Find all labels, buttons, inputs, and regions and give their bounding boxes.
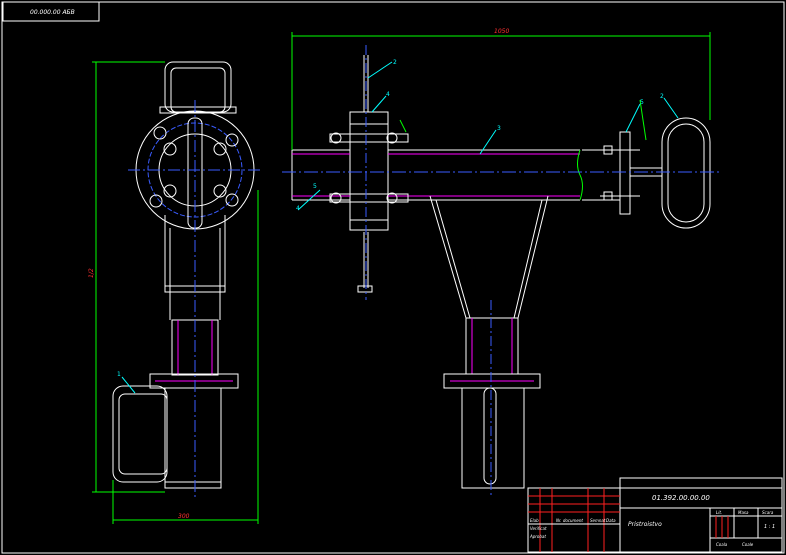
dim-right-width: 1050 <box>494 28 509 35</box>
part-number-5-right: 5 <box>640 99 644 106</box>
tb-col-mass: Masa <box>738 510 749 515</box>
dim-left-width: 300 <box>178 513 190 520</box>
tb-row-verif: Verificat <box>530 526 547 531</box>
dim-left-height: 1/2 <box>88 268 95 278</box>
tb-row-aprob: Aprobat <box>529 534 546 539</box>
tb-scale-value: 1 : 1 <box>764 524 775 530</box>
tb-col-ndoc: Nr. document <box>556 518 583 523</box>
part-number-2-right: 2 <box>660 93 664 100</box>
part-number-4-left: 4 <box>296 205 300 212</box>
tb-sheet: Coala <box>716 542 728 547</box>
part-number-4-top: 4 <box>386 91 390 98</box>
tb-sheets: Coale <box>742 542 754 547</box>
tb-designation: 01.392.00.00.00 <box>652 494 710 502</box>
part-number-5-left: 5 <box>313 183 317 190</box>
corner-stamp: 00.000.00 АБВ <box>30 9 75 16</box>
part-number-2-top: 2 <box>393 59 397 66</box>
part-number-3: 3 <box>497 125 501 132</box>
part-number-1: 1 <box>117 371 121 378</box>
tb-name: Pristroistvo <box>628 521 662 528</box>
tb-col-lit: Lit. <box>716 510 722 515</box>
tb-row-elab: Elab <box>530 518 539 523</box>
cad-drawing: 00.000.00 АБВ 1/2 300 1 1050 2 4 3 4 5 2… <box>0 0 786 555</box>
tb-col-semn: Semnat <box>590 518 606 523</box>
tb-col-data: Data <box>606 518 616 523</box>
tb-col-scale: Scara <box>762 510 774 515</box>
